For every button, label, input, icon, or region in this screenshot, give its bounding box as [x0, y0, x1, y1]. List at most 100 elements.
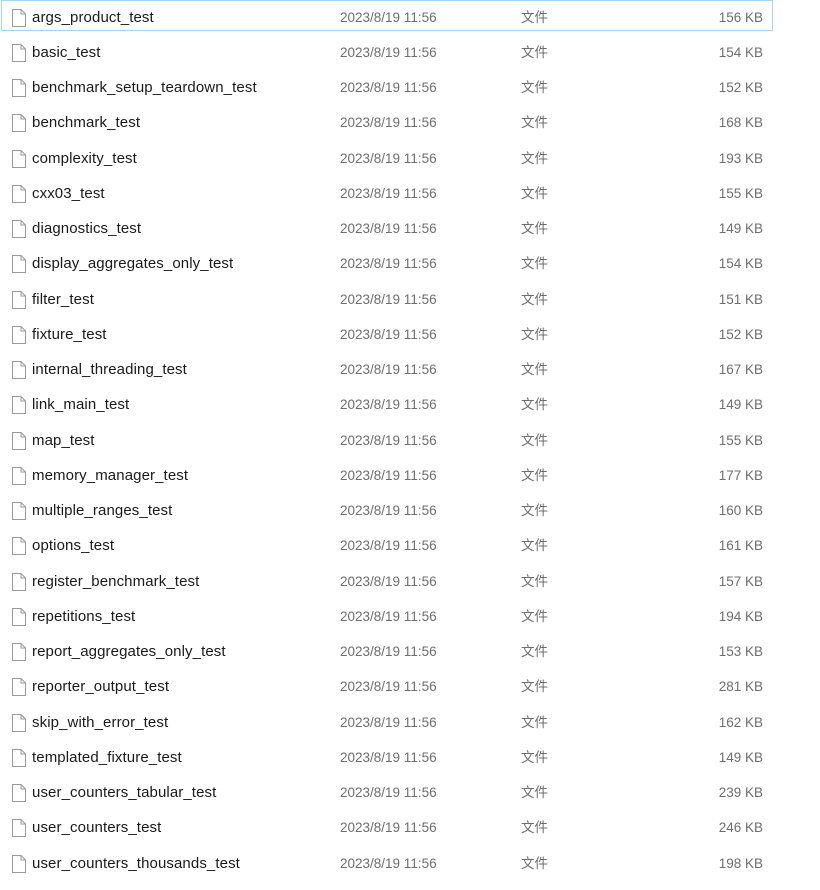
file-name[interactable]: user_counters_test: [32, 819, 340, 837]
file-name[interactable]: benchmark_setup_teardown_test: [32, 79, 340, 97]
file-name[interactable]: internal_threading_test: [32, 361, 340, 379]
document-file-icon: [12, 396, 26, 415]
file-row[interactable]: basic_test 2023/8/19 11:56 文件 154 KB: [0, 35, 820, 71]
file-name[interactable]: register_benchmark_test: [32, 573, 340, 591]
file-name[interactable]: fixture_test: [32, 326, 340, 344]
file-size: 281 KB: [718, 679, 763, 695]
file-date-modified: 2023/8/19 11:56: [340, 44, 437, 60]
file-name[interactable]: map_test: [32, 432, 340, 450]
file-type: 文件: [521, 397, 548, 413]
file-name[interactable]: filter_test: [32, 291, 340, 309]
file-type: 文件: [521, 9, 548, 25]
document-file-icon: [12, 466, 26, 485]
file-name[interactable]: skip_with_error_test: [32, 714, 340, 732]
file-size: 193 KB: [718, 150, 763, 166]
file-type: 文件: [521, 608, 548, 624]
file-size: 167 KB: [718, 362, 763, 378]
file-row[interactable]: memory_manager_test 2023/8/19 11:56 文件 177 …: [0, 458, 820, 494]
file-size: 177 KB: [718, 467, 763, 483]
file-size: 161 KB: [718, 538, 763, 554]
file-date-modified: 2023/8/19 11:56: [340, 291, 437, 307]
file-name[interactable]: benchmark_test: [32, 114, 340, 132]
file-row[interactable]: fixture_test 2023/8/19 11:56 文件 152 KB: [0, 317, 820, 353]
file-date-modified: 2023/8/19 11:56: [340, 362, 437, 378]
file-name[interactable]: user_counters_thousands_test: [32, 855, 340, 873]
file-list[interactable]: args_product_test 2023/8/19 11:56 文件 156 KB…: [0, 0, 820, 890]
file-name[interactable]: options_test: [32, 537, 340, 555]
file-size: 151 KB: [718, 291, 763, 307]
file-name[interactable]: cxx03_test: [32, 185, 340, 203]
document-file-icon: [12, 713, 26, 732]
file-row[interactable]: complexity_test 2023/8/19 11:56 文件 193 KB: [0, 141, 820, 177]
file-row[interactable]: benchmark_test 2023/8/19 11:56 文件 168 KB: [0, 105, 820, 141]
file-type: 文件: [521, 80, 548, 96]
file-name[interactable]: complexity_test: [32, 150, 340, 168]
file-row[interactable]: skip_with_error_test 2023/8/19 11:56 文件 162…: [0, 705, 820, 741]
file-type: 文件: [521, 326, 548, 342]
file-date-modified: 2023/8/19 11:56: [340, 256, 437, 272]
document-file-icon: [12, 431, 26, 450]
file-name[interactable]: templated_fixture_test: [32, 749, 340, 767]
file-type: 文件: [521, 150, 548, 166]
file-size: 198 KB: [718, 855, 763, 871]
file-name[interactable]: memory_manager_test: [32, 467, 340, 485]
file-row[interactable]: map_test 2023/8/19 11:56 文件 155 KB: [0, 423, 820, 459]
file-name[interactable]: reporter_output_test: [32, 678, 340, 696]
file-row[interactable]: user_counters_test 2023/8/19 11:56 文件 246 K…: [0, 810, 820, 846]
file-row[interactable]: diagnostics_test 2023/8/19 11:56 文件 149 KB: [0, 211, 820, 247]
document-file-icon: [12, 184, 26, 203]
file-icon-cell: [0, 290, 32, 309]
file-row[interactable]: reporter_output_test 2023/8/19 11:56 文件 281…: [0, 669, 820, 705]
file-icon-cell: [0, 255, 32, 274]
file-row[interactable]: multiple_ranges_test 2023/8/19 11:56 文件 160…: [0, 493, 820, 529]
file-row[interactable]: report_aggregates_only_test 2023/8/19 11:…: [0, 634, 820, 670]
file-row[interactable]: cxx03_test 2023/8/19 11:56 文件 155 KB: [0, 176, 820, 212]
file-row[interactable]: user_counters_tabular_test 2023/8/19 11:5…: [0, 775, 820, 811]
file-name[interactable]: user_counters_tabular_test: [32, 784, 340, 802]
file-type: 文件: [521, 256, 548, 272]
file-name[interactable]: diagnostics_test: [32, 220, 340, 238]
file-date-modified: 2023/8/19 11:56: [340, 326, 437, 342]
file-row[interactable]: link_main_test 2023/8/19 11:56 文件 149 KB: [0, 387, 820, 423]
file-name[interactable]: args_product_test: [32, 9, 340, 27]
file-row[interactable]: options_test 2023/8/19 11:56 文件 161 KB: [0, 528, 820, 564]
file-type: 文件: [521, 291, 548, 307]
file-name[interactable]: basic_test: [32, 44, 340, 62]
file-name[interactable]: multiple_ranges_test: [32, 502, 340, 520]
file-icon-cell: [0, 184, 32, 203]
file-row[interactable]: register_benchmark_test 2023/8/19 11:56 文件…: [0, 564, 820, 600]
file-row[interactable]: internal_threading_test 2023/8/19 11:56 文件…: [0, 352, 820, 388]
file-date-modified: 2023/8/19 11:56: [340, 785, 437, 801]
document-file-icon: [12, 678, 26, 697]
file-icon-cell: [0, 784, 32, 803]
file-icon-cell: [0, 466, 32, 485]
file-type: 文件: [521, 503, 548, 519]
file-size: 152 KB: [718, 80, 763, 96]
file-row[interactable]: args_product_test 2023/8/19 11:56 文件 156 KB: [0, 0, 820, 36]
file-row[interactable]: user_counters_thousands_test 2023/8/19 11…: [0, 846, 820, 882]
file-row[interactable]: benchmark_setup_teardown_test 2023/8/19 1…: [0, 70, 820, 106]
file-type: 文件: [521, 644, 548, 660]
file-row[interactable]: repetitions_test 2023/8/19 11:56 文件 194 KB: [0, 599, 820, 635]
file-row[interactable]: display_aggregates_only_test 2023/8/19 11…: [0, 246, 820, 282]
file-size: 149 KB: [718, 221, 763, 237]
file-icon-cell: [0, 854, 32, 873]
file-icon-cell: [0, 643, 32, 662]
file-type: 文件: [521, 432, 548, 448]
file-name[interactable]: display_aggregates_only_test: [32, 255, 340, 273]
file-row[interactable]: templated_fixture_test 2023/8/19 11:56 文件 1…: [0, 740, 820, 776]
document-file-icon: [12, 114, 26, 133]
document-file-icon: [12, 572, 26, 591]
file-icon-cell: [0, 220, 32, 239]
file-type: 文件: [521, 714, 548, 730]
file-name[interactable]: link_main_test: [32, 396, 340, 414]
document-file-icon: [12, 784, 26, 803]
file-name[interactable]: report_aggregates_only_test: [32, 643, 340, 661]
file-size: 153 KB: [718, 644, 763, 660]
file-size: 160 KB: [718, 503, 763, 519]
file-icon-cell: [0, 607, 32, 626]
file-row[interactable]: filter_test 2023/8/19 11:56 文件 151 KB: [0, 282, 820, 318]
file-date-modified: 2023/8/19 11:56: [340, 503, 437, 519]
file-size: 156 KB: [718, 9, 763, 25]
file-name[interactable]: repetitions_test: [32, 608, 340, 626]
